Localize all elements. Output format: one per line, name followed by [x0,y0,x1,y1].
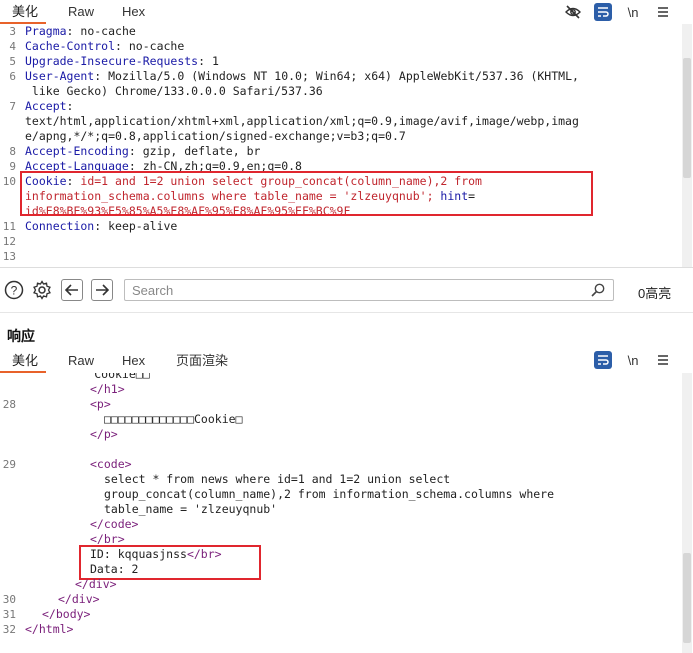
response-scroll-thumb[interactable] [683,553,691,643]
line-number: 12 [2,235,16,248]
line-number: 28 [2,398,16,411]
line-number: 31 [2,608,16,621]
header-line: Connection: keep-alive [25,219,178,233]
line-number: 32 [2,623,16,636]
response-line: </h1> [90,382,125,396]
newline-toggle[interactable]: \n [624,351,642,369]
wrap-icon[interactable] [594,351,612,369]
response-scrollbar[interactable] [682,373,692,653]
toolbar-divider [0,312,693,313]
header-line-wrap: text/html,application/xhtml+xml,applicat… [25,114,579,128]
line-number: 29 [2,458,16,471]
forward-arrow-icon[interactable] [91,279,113,301]
search-input[interactable]: Search [124,279,614,301]
line-number: 6 [9,70,16,83]
header-line: Pragma: no-cache [25,24,136,38]
request-tabbar: 美化 Raw Hex \n [0,0,693,24]
line-number: 9 [9,160,16,173]
tab-hex[interactable]: Hex [122,349,145,373]
request-editor[interactable]: 3 Pragma: no-cache 4 Cache-Control: no-c… [0,24,682,268]
response-line: </body> [42,607,91,621]
response-line: group_concat(column_name),2 from informa… [104,487,555,501]
header-line-wrap: like Gecko) Chrome/133.0.0.0 Safari/537.… [25,84,323,98]
header-line-wrap: e/apng,*/*;q=0.8,application/signed-exch… [25,129,406,143]
hamburger-icon[interactable] [654,3,672,21]
tab-pretty[interactable]: 美化 [12,0,38,24]
response-title: 响应 [7,328,35,344]
request-divider [0,267,693,268]
search-icon[interactable] [591,283,605,302]
line-number: 4 [9,40,16,53]
cookie-highlight-box [20,171,593,216]
highlights-count: 0高亮 [638,286,672,301]
help-icon[interactable]: ? [3,279,25,301]
line-number: 13 [2,250,16,263]
gear-icon[interactable] [31,279,53,301]
request-scrollbar[interactable] [682,24,692,268]
line-number: 30 [2,593,16,606]
result-highlight-box [79,545,261,580]
search-placeholder: Search [132,283,174,298]
response-editor[interactable]: Cookie□□ </h1> 28 <p> □□□□□□□□□□□□□Cooki… [0,373,682,653]
line-number: 10 [2,175,16,188]
tab-pretty[interactable]: 美化 [12,349,38,373]
response-line: </html> [25,622,74,636]
response-tabbar: 美化 Raw Hex 页面渲染 \n [0,349,693,373]
tab-raw[interactable]: Raw [68,0,94,24]
response-line: </div> [58,592,100,606]
response-line: <code> [90,457,132,471]
response-line: □□□□□□□□□□□□□Cookie□ [104,412,243,426]
response-line: </code> [90,517,139,531]
tab-render[interactable]: 页面渲染 [176,349,228,373]
wrap-icon[interactable] [594,3,612,21]
eye-slash-icon[interactable] [564,3,582,21]
header-line: Upgrade-Insecure-Requests: 1 [25,54,219,68]
header-line: Cache-Control: no-cache [25,39,185,53]
line-number: 3 [9,25,16,38]
line-number: 8 [9,145,16,158]
response-line: <p> [90,397,111,411]
tab-hex[interactable]: Hex [122,0,145,24]
line-number: 7 [9,100,16,113]
line-number: 5 [9,55,16,68]
svg-text:?: ? [11,284,18,298]
header-line: Accept-Encoding: gzip, deflate, br [25,144,261,158]
tab-raw[interactable]: Raw [68,349,94,373]
header-line: User-Agent: Mozilla/5.0 (Windows NT 10.0… [25,69,579,83]
response-line: Cookie□□ [25,373,150,381]
hamburger-icon[interactable] [654,351,672,369]
request-scroll-thumb[interactable] [683,58,691,178]
back-arrow-icon[interactable] [61,279,83,301]
line-number: 11 [2,220,16,233]
response-line: table_name = 'zlzeuyqnub' [104,502,278,516]
response-line: </p> [90,427,118,441]
header-line: Accept: [25,99,74,113]
response-line: </div> [75,577,117,591]
newline-toggle[interactable]: \n [624,3,642,21]
response-line: select * from news where id=1 and 1=2 un… [104,472,451,486]
